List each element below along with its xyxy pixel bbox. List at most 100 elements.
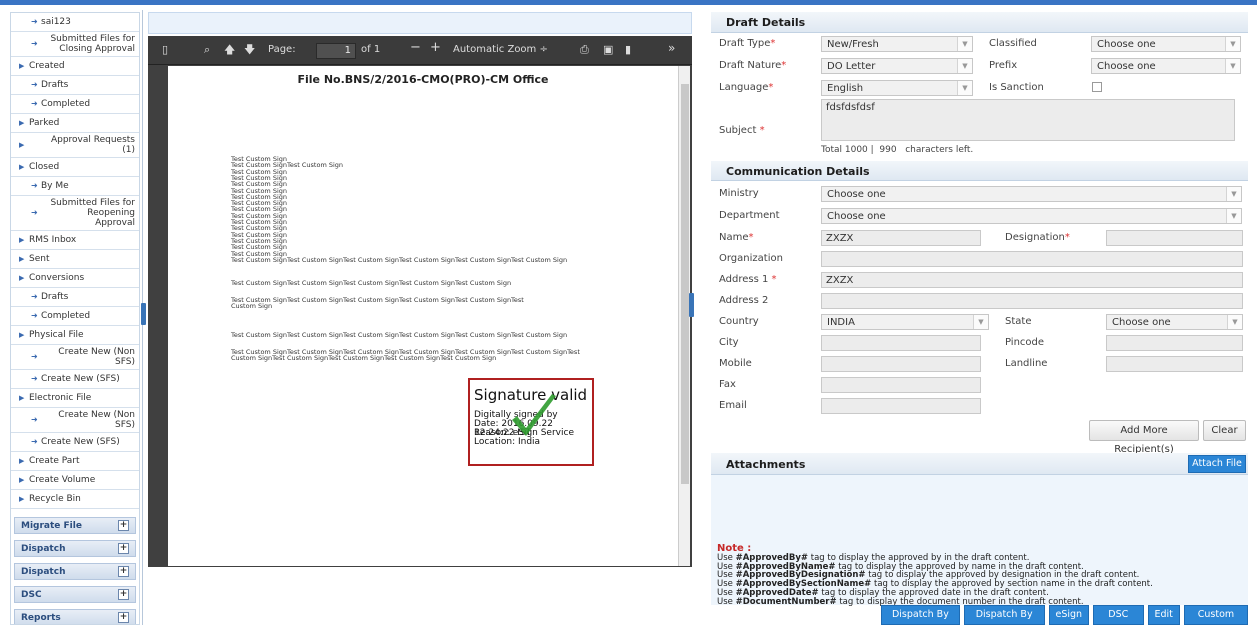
sidebar-item[interactable]: ➜ Create New (SFS) [11, 433, 139, 452]
sidebar-section-header[interactable]: Reports + [14, 609, 136, 624]
sidebar-item[interactable]: ▶ Recycle Bin [11, 490, 139, 509]
fax-input[interactable] [821, 377, 981, 393]
state-select[interactable]: Choose one ▼ [1106, 314, 1243, 330]
print-icon[interactable]: ⎙ [580, 44, 589, 56]
action-button[interactable]: Custom Sign [1183, 605, 1248, 638]
previous-page-icon[interactable]: 🡅 [224, 44, 235, 56]
sidebar-section-header[interactable]: Dispatch + [14, 563, 136, 580]
next-page-icon[interactable]: 🡇 [244, 44, 255, 56]
search-icon[interactable]: ⌕ [204, 44, 210, 56]
action-button[interactable]: Edit [1147, 605, 1180, 625]
subject-textarea[interactable]: fdsfdsfdsf [821, 99, 1235, 141]
sidebar-item[interactable]: ▶ Parked [11, 114, 139, 133]
page-total: of 1 [361, 44, 381, 55]
sidebar-items: ➜ sai123 ➜ Submitted Files for Closing Appr… [11, 13, 139, 509]
sidebar-item[interactable]: ▶ Create Volume [11, 471, 139, 490]
organization-input[interactable] [821, 251, 1243, 267]
sidebar-section-header[interactable]: Migrate File + [14, 517, 136, 534]
designation-input[interactable] [1106, 230, 1243, 246]
sidebar-item[interactable]: ➜ Create New (SFS) [11, 370, 139, 389]
classified-select[interactable]: Choose one ▼ [1091, 36, 1241, 52]
sidebar-section-label: Dispatch [21, 543, 66, 554]
action-button[interactable]: Dispatch By CRU [963, 605, 1045, 638]
sidebar-item[interactable]: ▶ Create Part [11, 452, 139, 471]
sidebar-item[interactable]: ➜ Submitted Files for Reopening Approval [11, 196, 139, 231]
sidebar-item[interactable]: ▶ Closed [11, 158, 139, 177]
sidebar-item-label: Create Volume [29, 475, 96, 485]
sidebar-section-header[interactable]: Dispatch + [14, 540, 136, 557]
fax-row: Fax [711, 374, 1248, 395]
city-input[interactable] [821, 335, 981, 351]
sidebar-item[interactable]: ▶ Conversions [11, 269, 139, 288]
sidebar-item[interactable]: ▶ Created [11, 57, 139, 76]
download-icon[interactable]: ▣ [603, 44, 613, 56]
sidebar-item-label: Create New (SFS) [41, 437, 120, 447]
landline-input[interactable] [1106, 356, 1243, 372]
collapse-right-panel-handle[interactable] [689, 293, 694, 317]
sidebar-item[interactable]: ➜ By Me [11, 177, 139, 196]
expand-plus-icon[interactable]: + [118, 612, 129, 623]
sidebar-item[interactable]: ▶ Sent [11, 250, 139, 269]
zoom-select[interactable]: Automatic Zoom ÷ [453, 44, 548, 56]
zoom-out-icon[interactable]: − [410, 41, 421, 54]
mobile-row: Mobile Landline [711, 353, 1248, 374]
expand-plus-icon[interactable]: + [118, 589, 129, 600]
prefix-select[interactable]: Choose one ▼ [1091, 58, 1241, 74]
sidebar-item[interactable]: ➜ sai123 [11, 13, 139, 32]
pincode-input[interactable] [1106, 335, 1243, 351]
address2-input[interactable] [821, 293, 1243, 309]
sidebar-item[interactable]: ▶ RMS Inbox [11, 231, 139, 250]
sidebar-item[interactable]: ➜ Drafts [11, 288, 139, 307]
sidebar-item[interactable]: ▶ Electronic File [11, 389, 139, 408]
sidebar-item[interactable]: ➜ Create New (Non SFS) [11, 408, 139, 433]
address1-input[interactable]: ZXZX [821, 272, 1243, 288]
name-input[interactable]: ZXZX [821, 230, 981, 246]
attach-file-button[interactable]: Attach File [1188, 455, 1246, 473]
draft-nature-select[interactable]: DO Letter ▼ [821, 58, 973, 74]
sidebar-item[interactable]: ➜ Create New (Non SFS) [11, 345, 139, 370]
expand-arrow-icon: ▶ [19, 119, 25, 127]
email-input[interactable] [821, 398, 981, 414]
sidebar-item-label: sai123 [41, 17, 71, 27]
language-select[interactable]: English ▼ [821, 80, 973, 96]
ministry-select[interactable]: Choose one ▼ [821, 186, 1242, 202]
sidebar-item[interactable]: ➜ Submitted Files for Closing Approval [11, 32, 139, 57]
country-row: Country INDIA ▼ State Choose one ▼ [711, 311, 1248, 332]
action-button[interactable]: DSC Sign [1093, 605, 1144, 638]
draft-type-select[interactable]: New/Fresh ▼ [821, 36, 973, 52]
is-sanction-checkbox[interactable] [1092, 82, 1102, 92]
action-button[interactable]: eSign [1048, 605, 1090, 625]
custom-sign-paragraph: Custom SignTest Custom SignTest Custom S… [231, 354, 497, 362]
department-select[interactable]: Choose one ▼ [821, 208, 1242, 224]
top-accent-bar [0, 0, 1257, 5]
sidebar-item[interactable]: ➜ Drafts [11, 76, 139, 95]
country-select[interactable]: INDIA ▼ [821, 314, 989, 330]
collapse-sidebar-handle[interactable] [141, 303, 146, 325]
sidebar-item[interactable]: ➜ Completed [11, 95, 139, 114]
custom-sign-paragraph: Test Custom SignTest Custom SignTest Cus… [231, 296, 524, 304]
ministry-label: Ministry [719, 188, 759, 199]
mobile-input[interactable] [821, 356, 981, 372]
expand-arrow-icon: ▶ [19, 236, 25, 244]
sidebar-item[interactable]: ▶ Physical File [11, 326, 139, 345]
sidebar-toggle-icon[interactable]: ▯ [162, 44, 168, 56]
zoom-in-icon[interactable]: + [430, 41, 441, 54]
clear-button[interactable]: Clear [1203, 420, 1246, 441]
expand-plus-icon[interactable]: + [118, 543, 129, 554]
tools-menu-icon[interactable]: » [668, 42, 675, 54]
sidebar-item[interactable]: ➜ Completed [11, 307, 139, 326]
add-more-recipients-button[interactable]: Add More Recipient(s) [1089, 420, 1199, 455]
signature-box: Signature valid Digitally signed by Date… [468, 378, 594, 466]
sidebar-section-header[interactable]: DSC + [14, 586, 136, 603]
page-number-input[interactable]: 1 [316, 43, 356, 59]
action-button[interactable]: Dispatch By Self [881, 605, 960, 638]
expand-plus-icon[interactable]: + [118, 566, 129, 577]
language-row: Language* English ▼ Is Sanction [711, 77, 1248, 99]
page-label: Page: [268, 44, 296, 55]
expand-plus-icon[interactable]: + [118, 520, 129, 531]
ministry-row: Ministry Choose one ▼ [711, 183, 1248, 205]
scrollbar-thumb[interactable] [681, 84, 689, 484]
sidebar-item[interactable]: ▶ Approval Requests (1) [11, 133, 139, 158]
bookmark-icon[interactable]: ▮ [625, 44, 631, 56]
is-sanction-label: Is Sanction [989, 82, 1044, 93]
